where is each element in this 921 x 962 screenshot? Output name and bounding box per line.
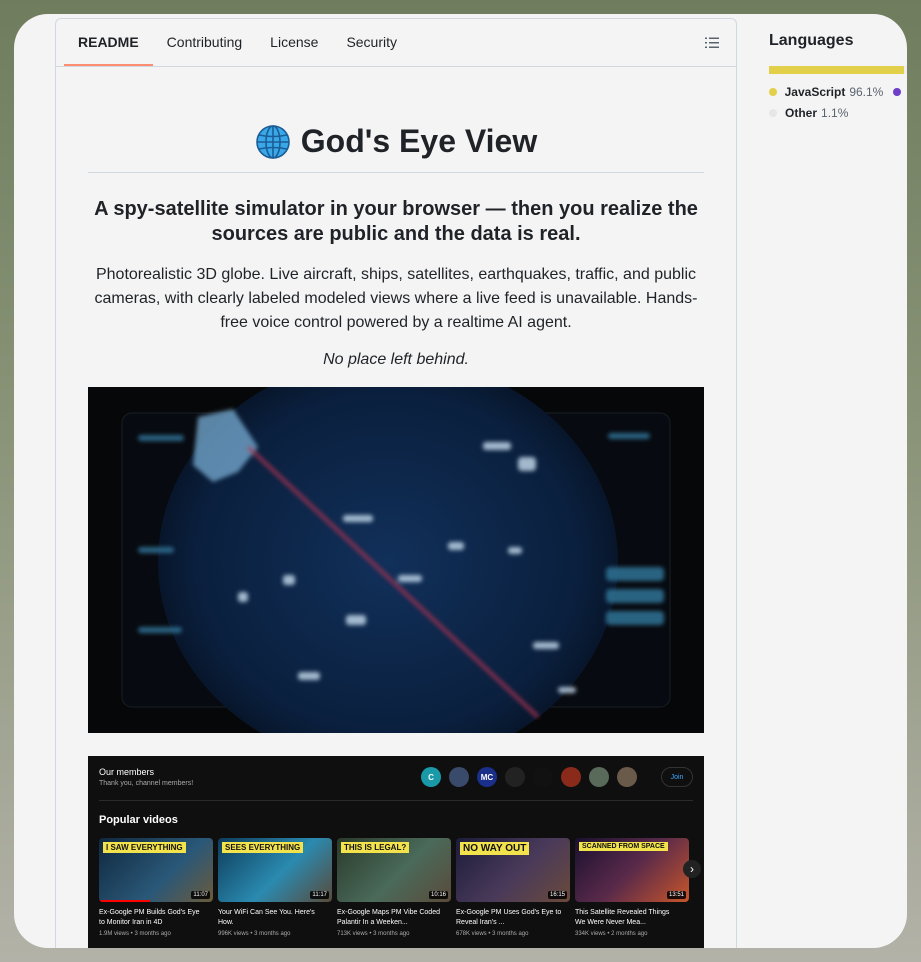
avatar: MC: [477, 767, 497, 787]
watch-progress: [99, 900, 151, 902]
video-meta: 713K views • 3 months ago: [337, 931, 410, 937]
table-of-contents-icon[interactable]: [704, 35, 720, 51]
members-header: Our members Thank you, channel members!: [99, 767, 193, 787]
members-title: Our members: [99, 767, 155, 777]
language-name: Other: [785, 106, 818, 120]
readme-tabs: README Contributing License Security: [56, 19, 736, 67]
video-thumbnail: THIS IS LEGAL? 10:16: [337, 838, 451, 902]
video-title: Your WiFi Can See You. Here's How.: [218, 909, 315, 926]
video-card: SCANNED FROM SPACE 13:51 This Satellite …: [575, 838, 689, 937]
thumbnail-banner: NO WAY OUT: [460, 842, 530, 855]
language-color-dot: [769, 88, 777, 96]
video-title: This Satellite Revealed Things We Were N…: [575, 909, 670, 926]
avatar: [617, 767, 637, 787]
page-title: God's Eye View: [300, 123, 538, 159]
video-card: NO WAY OUT 16:15 Ex-Google PM Uses God's…: [456, 838, 570, 937]
video-thumbnail: NO WAY OUT 16:15: [456, 838, 570, 902]
language-percent: 1.1%: [821, 106, 849, 120]
language-color-dot: [893, 88, 901, 96]
tab-contributing[interactable]: Contributing: [153, 34, 257, 66]
tab-readme[interactable]: README: [64, 34, 153, 66]
thumbnail-banner: I SAW EVERYTHING: [103, 842, 186, 853]
languages-list: JavaScript 96.1% Other 1.1%: [769, 85, 907, 120]
globe-preview-graphic: [88, 387, 704, 733]
video-card: SEES EVERYTHING 11:17 Your WiFi Can See …: [218, 838, 332, 937]
avatar: [533, 767, 553, 787]
languages-sidebar: Languages JavaScript 96.1% Other 1.1%: [769, 32, 907, 127]
avatar: C: [421, 767, 441, 787]
thumbnail-banner: THIS IS LEGAL?: [341, 842, 410, 853]
video-duration: 16:15: [547, 891, 567, 899]
avatar: [561, 767, 581, 787]
languages-bar: [769, 66, 907, 74]
language-name: JavaScript: [784, 85, 846, 99]
popular-videos-title: Popular videos: [99, 814, 178, 826]
members-subtitle: Thank you, channel members!: [99, 780, 194, 787]
readme-subtitle: A spy-satellite simulator in your browse…: [94, 198, 698, 245]
youtube-channel-preview: Our members Thank you, channel members! …: [88, 756, 704, 948]
popular-videos-list: I SAW EVERYTHING 11:07 Ex-Google PM Buil…: [99, 838, 689, 937]
globe-preview-image: [88, 387, 704, 733]
language-color-dot: [769, 109, 777, 117]
video-thumbnail: SCANNED FROM SPACE 13:51: [575, 838, 689, 902]
language-item-javascript[interactable]: JavaScript 96.1%: [769, 85, 907, 99]
language-bar-javascript: [769, 66, 904, 74]
video-duration: 13:51: [666, 891, 686, 899]
video-duration: 11:07: [191, 891, 210, 899]
thumbnail-banner: SCANNED FROM SPACE: [579, 842, 668, 851]
video-meta: 334K views • 2 months ago: [575, 931, 648, 937]
language-percent: 96.1%: [849, 85, 884, 99]
language-item-other[interactable]: Other 1.1%: [769, 106, 907, 120]
video-card: THIS IS LEGAL? 10:16 Ex-Google Maps PM V…: [337, 838, 451, 937]
languages-title: Languages: [769, 32, 854, 49]
video-title: Ex-Google PM Uses God's Eye to Reveal Ir…: [456, 909, 562, 926]
member-avatars: C MC: [421, 767, 637, 787]
tab-security[interactable]: Security: [332, 34, 411, 66]
video-duration: 10:16: [428, 891, 448, 899]
tab-license[interactable]: License: [256, 34, 332, 66]
thumbnail-banner: SEES EVERYTHING: [222, 842, 304, 853]
readme-panel: README Contributing License Security God…: [55, 18, 737, 948]
join-button: Join: [661, 767, 693, 787]
chevron-right-icon: ›: [683, 860, 701, 878]
app-window: README Contributing License Security God…: [14, 14, 907, 948]
video-thumbnail: SEES EVERYTHING 11:17: [218, 838, 332, 902]
video-card: I SAW EVERYTHING 11:07 Ex-Google PM Buil…: [99, 838, 213, 937]
globe-icon: [255, 124, 290, 159]
avatar: [589, 767, 609, 787]
avatar: [505, 767, 525, 787]
readme-tagline: No place left behind.: [323, 351, 469, 368]
video-meta: 1.9M views • 3 months ago: [99, 931, 171, 937]
video-duration: 11:17: [310, 891, 329, 899]
title-row: God's Eye View: [88, 123, 704, 173]
readme-content: God's Eye View A spy-satellite simulator…: [56, 123, 736, 948]
avatar: [449, 767, 469, 787]
video-title: Ex-Google PM Builds God's Eye to Monitor…: [99, 909, 200, 926]
language-bar-other: [903, 66, 907, 74]
video-meta: 996K views • 3 months ago: [218, 931, 291, 937]
video-title: Ex-Google Maps PM Vibe Coded Palantir In…: [337, 909, 440, 926]
video-thumbnail: I SAW EVERYTHING 11:07: [99, 838, 213, 902]
readme-description: Photorealistic 3D globe. Live aircraft, …: [94, 266, 698, 331]
divider: [99, 800, 693, 801]
video-meta: 678K views • 3 months ago: [456, 931, 529, 937]
